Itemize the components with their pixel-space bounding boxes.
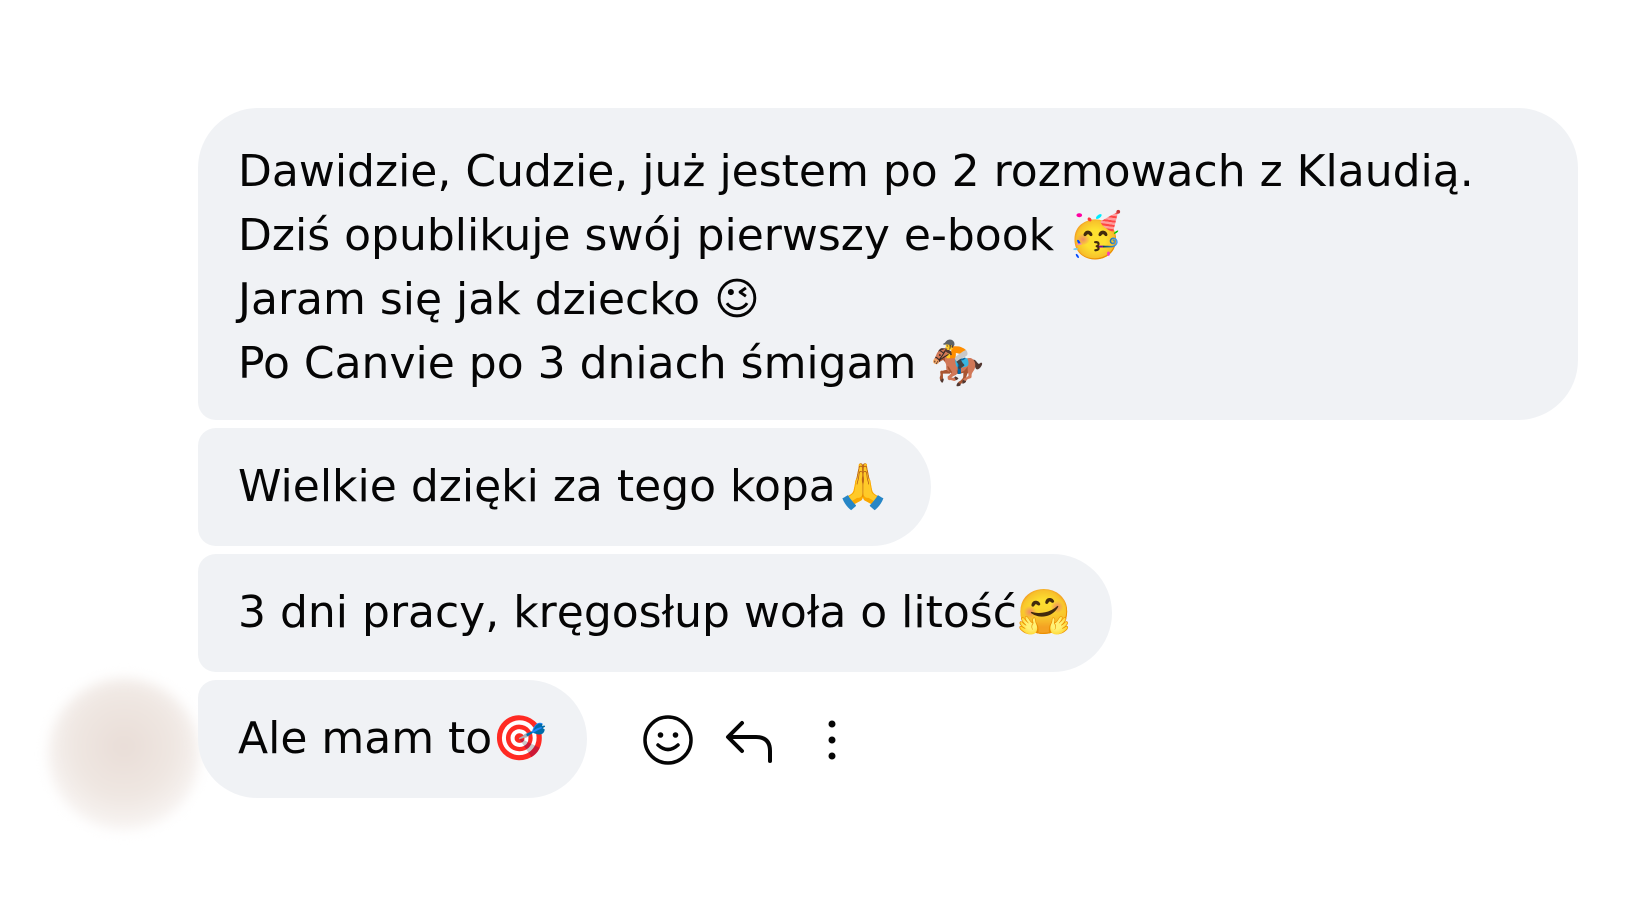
- message-line: Po Canvie po 3 dniach śmigam 🏇: [238, 332, 1538, 396]
- folded-hands-emoji: 🙏: [835, 461, 891, 512]
- message-text: Ale mam to: [238, 713, 493, 764]
- message-text: Wielkie dzięki za tego kopa: [238, 461, 836, 512]
- message-text: Dziś opublikuje swój pierwszy e-book: [238, 210, 1069, 261]
- more-options-button[interactable]: [804, 712, 860, 768]
- message-bubble[interactable]: Wielkie dzięki za tego kopa🙏: [198, 428, 931, 546]
- message-text: Po Canvie po 3 dniach śmigam: [238, 338, 931, 389]
- message-line: Jaram się jak dziecko 😉: [238, 268, 1538, 332]
- message-bubble[interactable]: Dawidzie, Cudzie, już jestem po 2 rozmow…: [198, 108, 1578, 420]
- message-text: 3 dni pracy, kręgosłup woła o litość: [238, 587, 1017, 638]
- react-button[interactable]: [640, 712, 696, 768]
- message-bubble[interactable]: Ale mam to🎯: [198, 680, 588, 798]
- smiley-face-icon: [643, 715, 693, 765]
- horse-racing-emoji: 🏇: [930, 338, 986, 389]
- direct-hit-emoji: 🎯: [492, 713, 548, 764]
- message-line: Dziś opublikuje swój pierwszy e-book 🥳: [238, 204, 1538, 268]
- avatar[interactable]: [48, 678, 200, 830]
- message-line: Dawidzie, Cudzie, już jestem po 2 rozmow…: [238, 140, 1538, 204]
- message-bubble[interactable]: 3 dni pracy, kręgosłup woła o litość🤗: [198, 554, 1112, 672]
- partying-face-emoji: 🥳: [1068, 210, 1123, 261]
- winking-face-emoji: 😉: [714, 274, 760, 325]
- reply-arrow-icon: [726, 721, 772, 763]
- chat-thread: Dawidzie, Cudzie, już jestem po 2 rozmow…: [0, 0, 1640, 924]
- more-vertical-icon: [828, 720, 836, 760]
- message-text: Jaram się jak dziecko: [238, 274, 715, 325]
- message-actions: [640, 710, 860, 770]
- message-text: Dawidzie, Cudzie, już jestem po 2 rozmow…: [238, 146, 1474, 197]
- hugging-face-emoji: 🤗: [1016, 587, 1072, 638]
- reply-button[interactable]: [722, 712, 778, 768]
